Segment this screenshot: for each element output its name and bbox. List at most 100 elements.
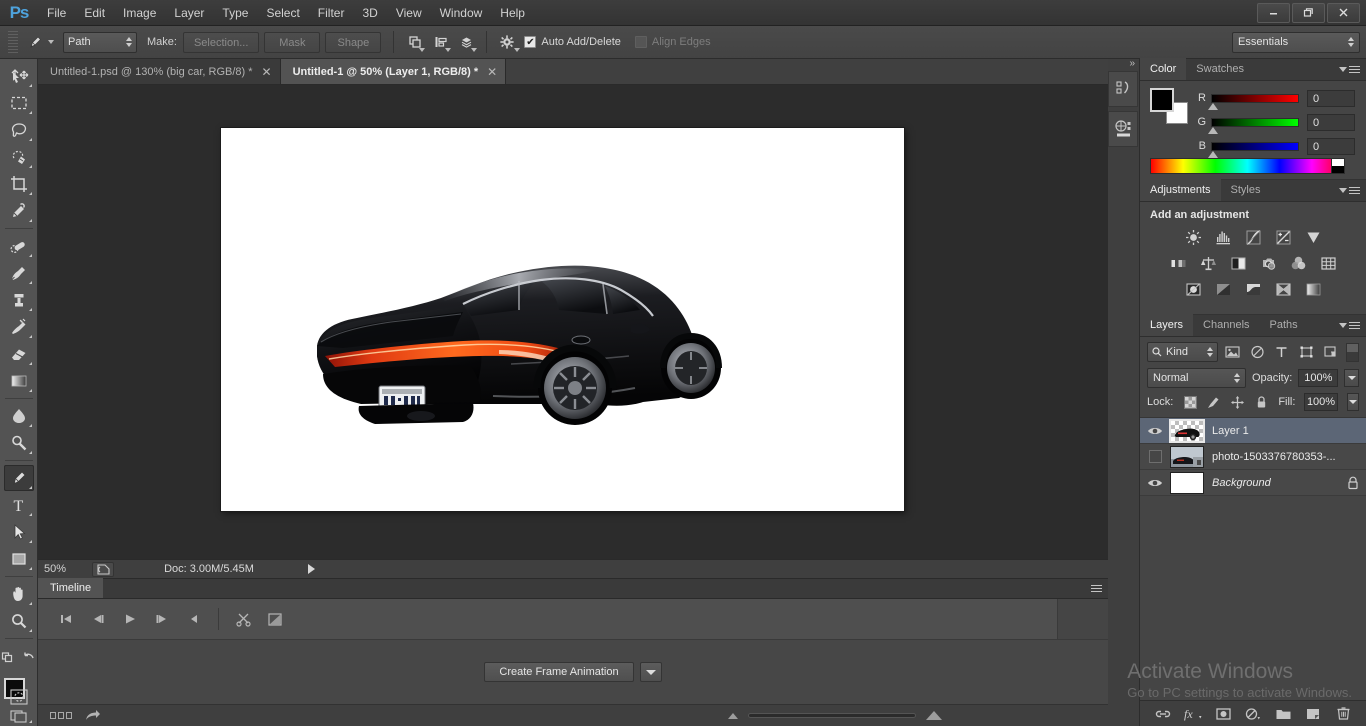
color-panel-foreground-swatch[interactable] xyxy=(1150,88,1174,112)
color-ramp-endpoints[interactable] xyxy=(1331,158,1345,174)
fill-dropdown-caret[interactable] xyxy=(1347,393,1359,411)
layers-panel-menu-icon[interactable] xyxy=(1339,322,1360,329)
menu-view[interactable]: View xyxy=(387,0,431,26)
red-value-field[interactable]: 0 xyxy=(1307,90,1355,107)
close-icon[interactable]: ✕ xyxy=(262,66,272,78)
path-alignment-icon[interactable] xyxy=(427,30,453,54)
green-value-field[interactable]: 0 xyxy=(1307,114,1355,131)
history-brush-tool-icon[interactable] xyxy=(4,314,34,340)
color-balance-icon[interactable] xyxy=(1198,254,1219,273)
spot-healing-brush-tool-icon[interactable] xyxy=(4,233,34,259)
levels-icon[interactable] xyxy=(1213,228,1234,247)
menu-window[interactable]: Window xyxy=(431,0,492,26)
restore-button[interactable] xyxy=(1292,3,1325,23)
tab-swatches[interactable]: Swatches xyxy=(1186,58,1254,80)
menu-file[interactable]: File xyxy=(38,0,75,26)
transition-button[interactable] xyxy=(259,606,291,632)
options-bar-grip[interactable] xyxy=(8,31,18,53)
document-tab-1[interactable]: Untitled-1.psd @ 130% (big car, RGB/8) *… xyxy=(38,59,281,84)
layer-visibility-off-icon[interactable] xyxy=(1140,444,1170,470)
layer-visibility-eye-icon[interactable] xyxy=(1140,470,1170,496)
document-canvas[interactable] xyxy=(221,128,904,511)
quick-mask-icon[interactable] xyxy=(4,688,34,706)
horizontal-type-tool-icon[interactable]: T xyxy=(4,492,34,518)
next-frame-button[interactable] xyxy=(146,606,178,632)
rectangular-marquee-tool-icon[interactable] xyxy=(4,90,34,116)
menu-help[interactable]: Help xyxy=(491,0,534,26)
previous-frame-button[interactable] xyxy=(82,606,114,632)
play-button[interactable] xyxy=(114,606,146,632)
color-spectrum-ramp[interactable] xyxy=(1150,158,1345,174)
menu-edit[interactable]: Edit xyxy=(75,0,114,26)
brightness-contrast-icon[interactable] xyxy=(1183,228,1204,247)
eyedropper-tool-icon[interactable] xyxy=(4,198,34,224)
make-selection-button[interactable]: Selection... xyxy=(183,32,259,53)
pen-tool-dropdown-caret[interactable] xyxy=(48,40,54,44)
path-operations-icon[interactable] xyxy=(401,30,427,54)
zoom-level-field[interactable]: 50% xyxy=(38,563,92,575)
adjustments-panel-menu-icon[interactable] xyxy=(1339,187,1360,194)
layer-style-fx-icon[interactable]: fx xyxy=(1182,704,1204,724)
hue-saturation-icon[interactable] xyxy=(1168,254,1189,273)
canvas-area[interactable] xyxy=(38,85,1108,559)
filter-shape-icon[interactable] xyxy=(1297,343,1316,362)
selective-color-icon[interactable] xyxy=(1273,280,1294,299)
blur-tool-icon[interactable] xyxy=(4,403,34,429)
clone-stamp-tool-icon[interactable] xyxy=(4,287,34,313)
color-panel-swatches[interactable] xyxy=(1150,88,1186,122)
close-button[interactable] xyxy=(1327,3,1360,23)
make-shape-button[interactable]: Shape xyxy=(325,32,381,53)
tab-layers[interactable]: Layers xyxy=(1140,314,1193,336)
layer-row[interactable]: photo-1503376780353-... xyxy=(1140,444,1366,470)
filter-adjustment-icon[interactable] xyxy=(1248,343,1267,362)
share-icon[interactable] xyxy=(84,709,101,722)
tab-timeline[interactable]: Timeline xyxy=(38,578,103,598)
new-adjustment-layer-icon[interactable] xyxy=(1242,704,1264,724)
move-tool-icon[interactable] xyxy=(4,63,34,89)
gradient-map-icon[interactable] xyxy=(1303,280,1324,299)
pen-tool-icon[interactable] xyxy=(4,465,34,491)
split-at-playhead-button[interactable] xyxy=(227,606,259,632)
layer-name[interactable]: Layer 1 xyxy=(1212,425,1340,437)
blend-mode-select[interactable]: Normal xyxy=(1147,368,1246,388)
create-frame-animation-button[interactable]: Create Frame Animation xyxy=(484,662,633,682)
zoom-in-icon[interactable] xyxy=(926,711,942,720)
layer-thumbnail[interactable] xyxy=(1170,446,1204,468)
menu-layer[interactable]: Layer xyxy=(165,0,213,26)
layer-name[interactable]: photo-1503376780353-... xyxy=(1212,451,1340,463)
gradient-tool-icon[interactable] xyxy=(4,368,34,394)
layer-row[interactable]: Layer 1 xyxy=(1140,418,1366,444)
pen-tool-icon[interactable] xyxy=(22,30,48,54)
workspace-select[interactable]: Essentials xyxy=(1232,32,1360,53)
opacity-value-field[interactable]: 100% xyxy=(1298,369,1338,387)
auto-add-delete-checkbox[interactable]: ✔ xyxy=(524,36,536,48)
layer-thumbnail[interactable] xyxy=(1170,420,1204,442)
path-selection-tool-icon[interactable] xyxy=(4,519,34,545)
edit-toolbar-icon[interactable] xyxy=(0,643,17,669)
hand-tool-icon[interactable] xyxy=(4,581,34,607)
document-thumb-icon[interactable] xyxy=(92,562,114,577)
close-icon[interactable]: ✕ xyxy=(487,66,497,78)
filter-smart-object-icon[interactable] xyxy=(1322,343,1341,362)
filter-toggle-icon[interactable] xyxy=(1346,343,1359,362)
blue-slider-track[interactable] xyxy=(1211,142,1299,151)
expand-panels-icon[interactable]: » xyxy=(1129,58,1135,69)
timeline-panel-menu-icon[interactable] xyxy=(1091,585,1102,592)
exposure-icon[interactable] xyxy=(1273,228,1294,247)
black-white-icon[interactable] xyxy=(1228,254,1249,273)
threshold-icon[interactable] xyxy=(1243,280,1264,299)
tab-color[interactable]: Color xyxy=(1140,58,1186,80)
go-to-first-frame-button[interactable] xyxy=(50,606,82,632)
layer-name[interactable]: Background xyxy=(1212,477,1340,489)
new-layer-icon[interactable] xyxy=(1302,704,1324,724)
lock-position-icon[interactable] xyxy=(1230,395,1245,410)
filter-pixel-icon[interactable] xyxy=(1224,343,1243,362)
dodge-tool-icon[interactable] xyxy=(4,430,34,456)
menu-select[interactable]: Select xyxy=(257,0,308,26)
lock-image-pixels-icon[interactable] xyxy=(1206,395,1221,410)
create-frame-animation-dropdown[interactable] xyxy=(640,662,662,682)
history-panel-icon[interactable] xyxy=(1108,71,1138,107)
layer-filter-kind-select[interactable]: Kind xyxy=(1147,342,1218,362)
quick-selection-tool-icon[interactable] xyxy=(4,144,34,170)
gear-icon[interactable] xyxy=(494,30,520,54)
